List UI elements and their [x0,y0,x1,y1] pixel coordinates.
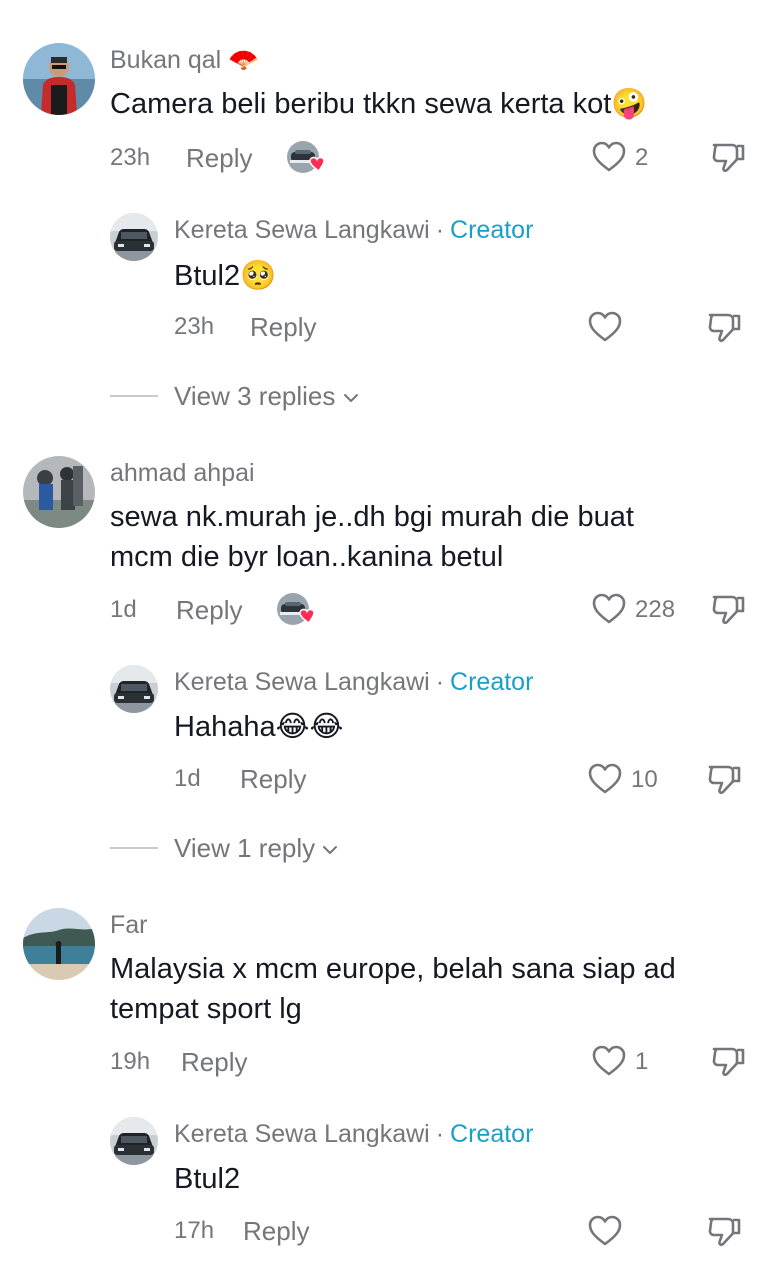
reply-button[interactable]: Reply [243,1216,309,1247]
like-count: 2 [635,144,649,171]
heart-outline-icon[interactable] [592,1045,626,1077]
heart-outline-icon[interactable] [588,763,622,795]
comment-username[interactable]: Far [110,911,148,940]
comment-text-line: mcm die byr loan..kanina betul [110,541,504,573]
reply-text: Btul2🥺 [174,260,277,292]
heart-outline-icon[interactable] [588,1215,622,1247]
reply-button[interactable]: Reply [240,764,306,795]
comment-time: 19h [110,1048,151,1075]
heart-outline-icon[interactable] [588,311,622,343]
comment-username[interactable]: Bukan qal 🪭 [110,46,259,75]
like-count: 1 [635,1048,649,1075]
fan-emoji-icon: 🪭 [228,46,260,74]
view-replies-button[interactable]: View 1 reply [174,833,338,864]
divider [110,395,158,397]
creator-badge: Creator [450,216,534,244]
reply-time: 1d [174,765,201,792]
reply-button[interactable]: Reply [176,595,242,626]
avatar[interactable] [23,908,95,980]
liked-by-creator-icon [276,592,320,626]
like-count: 10 [631,766,658,793]
comment-time: 23h [110,144,151,171]
chevron-down-icon [322,845,338,855]
reply-text: Btul2 [174,1163,241,1195]
comment-time: 1d [110,596,137,623]
comment-username[interactable]: ahmad ahpai [110,459,255,488]
creator-avatar[interactable] [110,213,158,261]
reply-time: 17h [174,1217,215,1244]
avatar[interactable] [23,456,95,528]
thumbs-down-outline-icon[interactable] [710,592,746,626]
reply-username[interactable]: Kereta Sewa Langkawi · Creator [174,216,533,245]
divider [110,847,158,849]
thumbs-down-outline-icon[interactable] [710,1044,746,1078]
reply-button[interactable]: Reply [186,143,252,174]
reply-button[interactable]: Reply [250,312,316,343]
comment-text-line: sewa nk.murah je..dh bgi murah die buat [110,501,634,533]
heart-outline-icon[interactable] [592,593,626,625]
creator-badge: Creator [450,668,534,696]
thumbs-down-outline-icon[interactable] [710,140,746,174]
creator-avatar[interactable] [110,1117,158,1165]
thumbs-down-outline-icon[interactable] [706,1214,742,1248]
liked-by-creator-icon [286,140,330,174]
heart-outline-icon[interactable] [592,141,626,173]
reply-button[interactable]: Reply [181,1047,247,1078]
reply-time: 23h [174,313,215,340]
creator-badge: Creator [450,1120,534,1148]
thumbs-down-outline-icon[interactable] [706,310,742,344]
comment-text-line: Malaysia x mcm europe, belah sana siap a… [110,953,676,985]
reply-text: Hahaha😂😂 [174,711,344,743]
reply-username[interactable]: Kereta Sewa Langkawi · Creator [174,668,533,697]
thumbs-down-outline-icon[interactable] [706,762,742,796]
creator-avatar[interactable] [110,665,158,713]
avatar[interactable] [23,43,95,115]
comment-text: Camera beli beribu tkkn sewa kerta kot🤪 [110,88,648,120]
chevron-down-icon [343,393,359,403]
reply-username[interactable]: Kereta Sewa Langkawi · Creator [174,1120,533,1149]
comment-text-line: tempat sport lg [110,993,302,1025]
like-count: 228 [635,596,676,623]
view-replies-button[interactable]: View 3 replies [174,381,359,412]
